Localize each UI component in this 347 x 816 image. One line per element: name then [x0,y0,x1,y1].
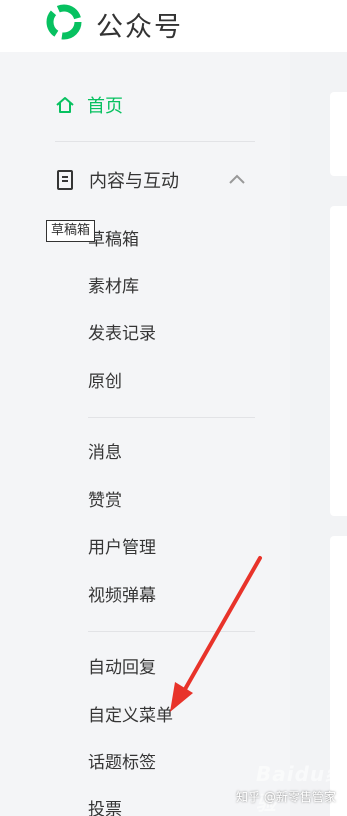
nav-home-label: 首页 [87,96,123,117]
divider [88,631,255,632]
nav-item-video-danmaku[interactable]: 视频弹幕 [88,584,156,608]
content-card [330,92,347,176]
content-card [330,206,347,516]
nav-item-rewards[interactable]: 赞赏 [88,489,122,513]
nav-item-messages[interactable]: 消息 [88,441,122,465]
nav-item-user-management[interactable]: 用户管理 [88,536,156,560]
nav-section-content[interactable]: 内容与互动 [55,166,255,194]
nav-item-vote[interactable]: 投票 [88,798,122,816]
top-bar: 公众号 [0,0,347,52]
nav-item-materials[interactable]: 素材库 [88,275,139,299]
zhihu-watermark: 知乎 @新零售管家 [236,790,336,804]
divider [55,141,255,142]
tooltip: 草稿箱 [46,220,96,242]
home-icon [56,97,74,113]
nav-item-drafts[interactable]: 草稿箱 [88,228,139,252]
wechat-official-logo-icon[interactable] [44,2,84,42]
nav-item-topic-tags[interactable]: 话题标签 [88,751,156,775]
document-icon [57,170,73,190]
brand-title[interactable]: 公众号 [96,5,183,44]
nav-home[interactable]: 首页 [55,92,123,118]
nav-item-custom-menu[interactable]: 自定义菜单 [88,704,173,728]
nav-item-publish-records[interactable]: 发表记录 [88,322,156,346]
baidu-watermark: Baidu经验 [256,762,347,815]
nav-item-auto-reply[interactable]: 自动回复 [88,656,156,680]
nav-item-original[interactable]: 原创 [88,370,122,394]
divider [88,417,255,418]
chevron-up-icon[interactable] [227,172,247,186]
nav-section-content-label: 内容与互动 [89,171,179,192]
